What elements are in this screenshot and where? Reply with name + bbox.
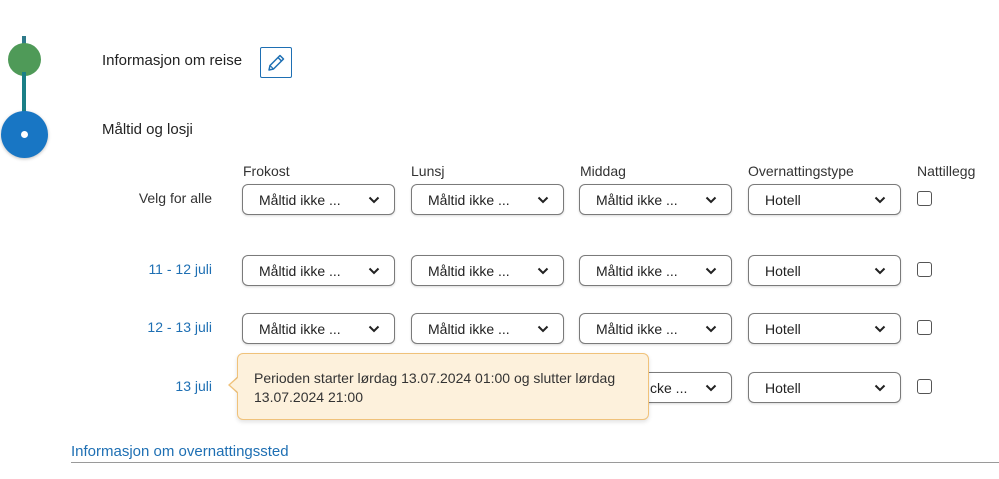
step-active-marker	[1, 111, 48, 158]
step-title-travel-info: Informasjon om reise	[102, 52, 243, 69]
column-header-middag: Middag	[580, 163, 626, 179]
nattillegg-checkbox[interactable]	[917, 379, 932, 394]
chevron-down-icon	[705, 325, 717, 333]
column-header-overnattingstype: Overnattingstype	[748, 163, 854, 179]
chevron-down-icon	[368, 267, 380, 275]
select-value: Måltid ikke ...	[428, 192, 510, 208]
period-tooltip: Perioden starter lørdag 13.07.2024 01:00…	[237, 353, 649, 420]
select-value: Måltid ikke ...	[259, 263, 341, 279]
select-value: Hotell	[765, 321, 801, 337]
chevron-down-icon	[537, 267, 549, 275]
chevron-down-icon	[368, 196, 380, 204]
pencil-icon	[268, 54, 285, 71]
select-value: Måltid ikke ...	[428, 263, 510, 279]
chevron-down-icon	[705, 267, 717, 275]
nattillegg-checkbox[interactable]	[917, 191, 932, 206]
select-value: cke ...	[650, 380, 688, 396]
column-header-lunsj: Lunsj	[411, 163, 445, 179]
select-value: Måltid ikke ...	[596, 321, 678, 337]
row-label-select-all: Velg for alle	[138, 190, 212, 206]
edit-travel-info-button[interactable]	[260, 47, 292, 78]
overnattingstype-select[interactable]: Hotell	[748, 255, 901, 286]
chevron-down-icon	[705, 384, 717, 392]
lunsj-select[interactable]: Måltid ikke ...	[411, 313, 564, 344]
lunsj-select[interactable]: Måltid ikke ...	[411, 255, 564, 286]
frokost-select[interactable]: Måltid ikke ...	[242, 255, 395, 286]
overnattingstype-select[interactable]: Hotell	[748, 372, 901, 403]
select-value: Måltid ikke ...	[259, 321, 341, 337]
select-value: Hotell	[765, 192, 801, 208]
column-header-nattillegg: Nattillegg	[917, 163, 976, 179]
chevron-down-icon	[874, 325, 886, 333]
middag-select[interactable]: Måltid ikke ...	[579, 255, 732, 286]
middag-select[interactable]: Måltid ikke ...	[579, 313, 732, 344]
frokost-select[interactable]: Måltid ikke ...	[242, 184, 395, 215]
chevron-down-icon	[537, 196, 549, 204]
overnattingstype-select[interactable]: Hotell	[748, 313, 901, 344]
chevron-down-icon	[874, 267, 886, 275]
tooltip-text: Perioden starter lørdag 13.07.2024 01:00…	[254, 370, 616, 405]
lodging-info-section-link[interactable]: Informasjon om overnattingssted	[71, 443, 289, 460]
select-value: Måltid ikke ...	[596, 192, 678, 208]
select-value: Måltid ikke ...	[259, 192, 341, 208]
nattillegg-checkbox[interactable]	[917, 262, 932, 277]
row-label-date-link[interactable]: 13 juli	[0, 378, 212, 394]
column-header-frokost: Frokost	[243, 163, 290, 179]
overnattingstype-select[interactable]: Hotell	[748, 184, 901, 215]
step-title-meals-lodging: Måltid og losji	[102, 121, 193, 138]
row-label-date-link[interactable]: 11 - 12 juli	[0, 261, 212, 277]
section-divider	[71, 462, 999, 463]
middag-select[interactable]: Måltid ikke ...	[579, 184, 732, 215]
select-value: Måltid ikke ...	[428, 321, 510, 337]
lunsj-select[interactable]: Måltid ikke ...	[411, 184, 564, 215]
row-label-date-link[interactable]: 12 - 13 juli	[0, 319, 212, 335]
chevron-down-icon	[537, 325, 549, 333]
select-value: Hotell	[765, 380, 801, 396]
chevron-down-icon	[874, 384, 886, 392]
select-value: Måltid ikke ...	[596, 263, 678, 279]
chevron-down-icon	[368, 325, 380, 333]
tooltip-arrow-fill	[230, 377, 239, 393]
active-dot	[21, 131, 28, 138]
chevron-down-icon	[874, 196, 886, 204]
select-value: Hotell	[765, 263, 801, 279]
frokost-select[interactable]: Måltid ikke ...	[242, 313, 395, 344]
nattillegg-checkbox[interactable]	[917, 320, 932, 335]
chevron-down-icon	[705, 196, 717, 204]
